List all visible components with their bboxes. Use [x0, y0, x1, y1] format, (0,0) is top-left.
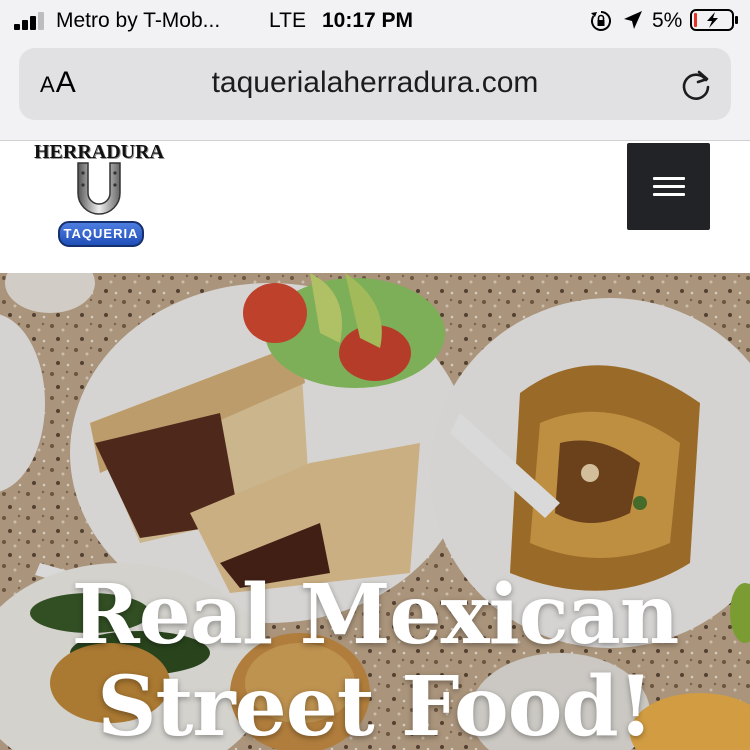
network-type: LTE: [269, 9, 306, 32]
hero-section: Real Mexican Street Food!: [0, 273, 750, 750]
hamburger-menu-icon[interactable]: [627, 143, 710, 230]
horseshoe-icon: [77, 162, 121, 215]
carrier-name: Metro by T-Mob...: [56, 9, 221, 32]
status-bar: Metro by T-Mob... LTE 10:17 PM 5%: [0, 0, 750, 42]
url-text[interactable]: taquerialaherradura.com: [19, 66, 731, 100]
logo-badge: TAQUERIA: [58, 221, 144, 247]
site-header: HERRADURA TAQUERIA: [0, 141, 750, 273]
status-time: 10:17 PM: [322, 9, 414, 32]
battery-charging-icon: [690, 9, 738, 31]
reload-icon[interactable]: [679, 68, 713, 102]
battery-percent: 5%: [652, 9, 683, 32]
orientation-lock-icon: [591, 11, 611, 31]
signal-icon: [14, 12, 46, 30]
hero-heading: Real Mexican Street Food!: [0, 569, 750, 750]
hero-heading-line-1: Real Mexican: [71, 567, 680, 663]
site-logo[interactable]: HERRADURA TAQUERIA: [34, 141, 164, 249]
hero-heading-line-2: Street Food!: [97, 659, 654, 750]
location-arrow-icon: [624, 11, 642, 29]
address-bar[interactable]: AA taquerialaherradura.com: [19, 48, 731, 120]
browser-toolbar: AA taquerialaherradura.com: [0, 42, 750, 141]
